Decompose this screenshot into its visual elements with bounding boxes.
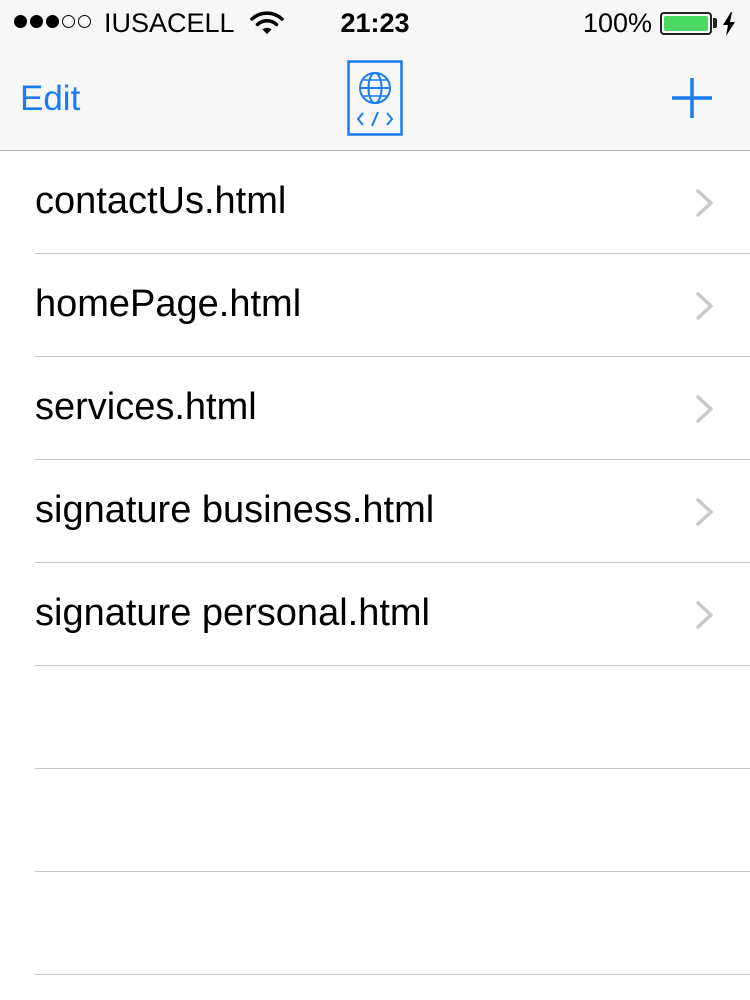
- plus-icon: [672, 78, 712, 118]
- edit-button[interactable]: Edit: [20, 79, 80, 119]
- file-name: homePage.html: [35, 283, 302, 325]
- file-name: signature personal.html: [35, 592, 430, 634]
- battery-percent: 100%: [582, 8, 652, 38]
- file-row[interactable]: services.html: [0, 357, 750, 460]
- empty-row: [0, 769, 750, 872]
- file-name: services.html: [35, 386, 257, 428]
- battery-icon: [660, 12, 712, 35]
- chevron-right-icon: [694, 497, 716, 532]
- charging-bolt-icon: [722, 12, 736, 43]
- chevron-right-icon: [694, 600, 716, 635]
- status-bar: IUSACELL 21:23 100%: [0, 0, 750, 46]
- file-name: contactUs.html: [35, 180, 287, 222]
- chevron-right-icon: [694, 188, 716, 223]
- file-row[interactable]: signature personal.html: [0, 563, 750, 666]
- chevron-right-icon: [694, 394, 716, 429]
- chevron-right-icon: [694, 291, 716, 326]
- add-file-button[interactable]: [668, 74, 716, 122]
- file-name: signature business.html: [35, 489, 435, 531]
- row-separator: [35, 974, 750, 975]
- empty-row: [0, 666, 750, 769]
- file-row[interactable]: homePage.html: [0, 254, 750, 357]
- battery-fill: [664, 16, 708, 31]
- globe-code-icon[interactable]: [347, 60, 403, 141]
- battery-nub: [713, 18, 717, 28]
- file-row[interactable]: signature business.html: [0, 460, 750, 563]
- file-list: contactUs.html homePage.html services.ht…: [0, 151, 750, 975]
- empty-row: [0, 872, 750, 975]
- navigation-bar: Edit: [0, 46, 750, 151]
- file-row[interactable]: contactUs.html: [0, 151, 750, 254]
